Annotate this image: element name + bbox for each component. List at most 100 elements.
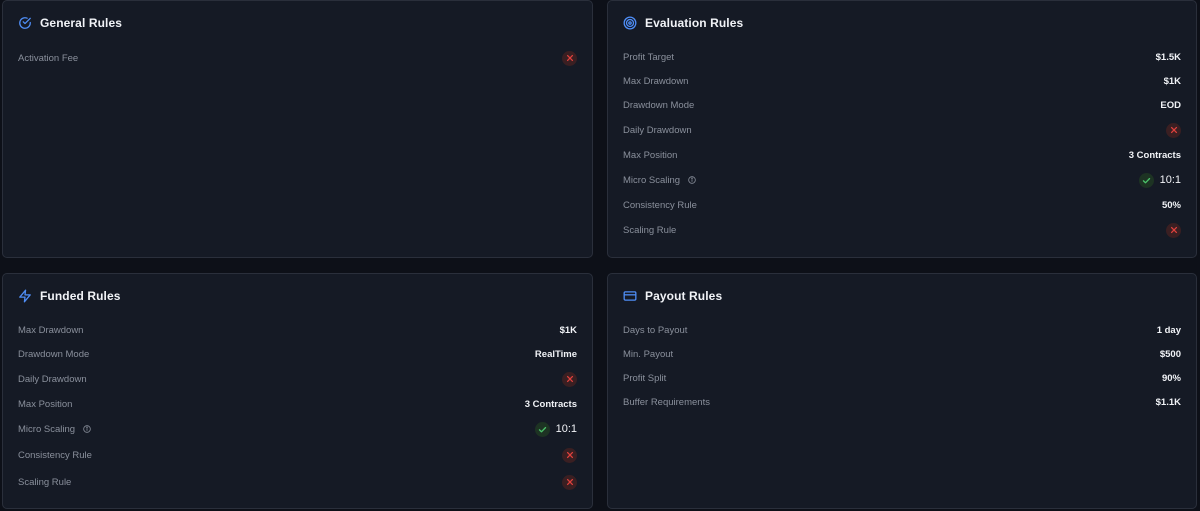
x-icon xyxy=(562,447,577,463)
rule-row-daily-drawdown: Daily Drawdown xyxy=(623,121,1181,139)
rule-value: $1.5K xyxy=(1155,51,1181,63)
rule-row-max-drawdown: Max Drawdown $1K xyxy=(623,72,1181,90)
rule-row-micro-scaling: Micro Scaling 10:1 xyxy=(18,420,577,438)
card-title: Evaluation Rules xyxy=(645,16,744,30)
rule-value: 3 Contracts xyxy=(524,398,577,410)
rule-row-consistency-rule: Consistency Rule xyxy=(18,446,577,464)
rule-label: Profit Split xyxy=(623,373,666,384)
rule-row-max-position: Max Position 3 Contracts xyxy=(18,395,577,413)
rule-label-text: Drawdown Mode xyxy=(623,99,695,111)
rule-value: 10:1 xyxy=(534,421,577,437)
evaluation-rules-header: Evaluation Rules xyxy=(623,15,743,31)
rule-label: Max Position xyxy=(623,150,677,161)
rule-row-min-payout: Min. Payout $500 xyxy=(623,345,1181,363)
target-icon xyxy=(623,16,637,30)
rule-label: Drawdown Mode xyxy=(623,100,694,111)
rule-value: 90% xyxy=(1161,372,1181,384)
rule-value: 10:1 xyxy=(1138,172,1181,188)
rule-label-text: Scaling Rule xyxy=(623,224,677,236)
info-icon[interactable] xyxy=(688,176,696,184)
rule-label: Daily Drawdown xyxy=(18,374,87,385)
rule-label: Consistency Rule xyxy=(18,450,92,461)
rule-label-text: Daily Drawdown xyxy=(18,373,87,385)
rule-value: RealTime xyxy=(534,348,577,360)
rule-value: EOD xyxy=(1160,99,1181,111)
rule-row-max-position: Max Position 3 Contracts xyxy=(623,146,1181,164)
rule-label: Scaling Rule xyxy=(18,477,71,488)
rule-label: Drawdown Mode xyxy=(18,349,89,360)
rule-value: $500 xyxy=(1159,348,1181,360)
rule-row-profit-target: Profit Target $1.5K xyxy=(623,48,1181,66)
rule-label-text: Days to Payout xyxy=(623,324,688,336)
rule-value: $1K xyxy=(1163,75,1181,87)
x-icon xyxy=(1166,122,1181,138)
payout-rules-card: Payout Rules Days to Payout 1 day Min. Pay… xyxy=(607,273,1197,509)
x-icon xyxy=(562,474,577,490)
rule-label: Activation Fee xyxy=(18,53,78,64)
card-title: General Rules xyxy=(40,16,123,30)
card-title: Payout Rules xyxy=(645,289,723,303)
rule-label: Micro Scaling xyxy=(623,175,696,186)
rule-label: Max Position xyxy=(18,399,72,410)
rule-value-text: 10:1 xyxy=(1159,174,1181,186)
payout-rules-header: Payout Rules xyxy=(623,288,722,304)
rule-label: Max Drawdown xyxy=(623,76,688,87)
rule-row-drawdown-mode: Drawdown Mode RealTime xyxy=(18,345,577,363)
credit-card-icon xyxy=(623,289,637,303)
check-icon xyxy=(534,421,550,437)
rule-label: Consistency Rule xyxy=(623,200,697,211)
rule-row-drawdown-mode: Drawdown Mode EOD xyxy=(623,96,1181,114)
rule-row-scaling-rule: Scaling Rule xyxy=(623,221,1181,239)
rule-value: 50% xyxy=(1161,199,1181,211)
rule-label-text: Drawdown Mode xyxy=(18,348,90,360)
rule-row-scaling-rule: Scaling Rule xyxy=(18,473,577,491)
rule-value-text: 10:1 xyxy=(555,423,577,435)
rule-label: Scaling Rule xyxy=(623,225,676,236)
rule-row-activation-fee: Activation Fee xyxy=(18,49,577,67)
rule-label-text: Max Position xyxy=(623,149,678,161)
x-icon xyxy=(562,50,577,66)
rule-label-text: Min. Payout xyxy=(623,348,674,360)
evaluation-rules-card: Evaluation Rules Profit Target $1.5K Max D… xyxy=(607,0,1197,258)
rule-label-text: Daily Drawdown xyxy=(623,124,692,136)
rule-row-daily-drawdown: Daily Drawdown xyxy=(18,370,577,388)
rule-label-text: Max Drawdown xyxy=(18,324,84,336)
check-icon xyxy=(1138,172,1154,188)
x-icon xyxy=(562,371,577,387)
rule-label-text: Micro Scaling xyxy=(623,174,681,186)
rule-label: Days to Payout xyxy=(623,325,687,336)
rule-label: Max Drawdown xyxy=(18,325,83,336)
info-icon[interactable] xyxy=(83,425,91,433)
rule-label-text: Consistency Rule xyxy=(623,199,697,211)
funded-rules-card: Funded Rules Max Drawdown $1K Drawdown Mod… xyxy=(2,273,593,509)
rule-label-text: Activation Fee xyxy=(18,52,79,64)
rule-row-micro-scaling: Micro Scaling 10:1 xyxy=(623,171,1181,189)
rule-label: Buffer Requirements xyxy=(623,397,710,408)
rule-label: Daily Drawdown xyxy=(623,125,692,136)
rule-row-profit-split: Profit Split 90% xyxy=(623,369,1181,387)
rule-label-text: Micro Scaling xyxy=(18,423,76,435)
rule-value: $1K xyxy=(559,324,577,336)
rule-label-text: Max Position xyxy=(18,398,73,410)
x-icon xyxy=(1166,222,1181,238)
rule-label-text: Consistency Rule xyxy=(18,449,92,461)
rule-row-buffer-requirements: Buffer Requirements $1.1K xyxy=(623,393,1181,411)
funded-rules-header: Funded Rules xyxy=(18,288,121,304)
rule-label: Profit Target xyxy=(623,52,674,63)
check-circle-icon xyxy=(18,16,32,30)
general-rules-header: General Rules xyxy=(18,15,122,31)
rule-label: Micro Scaling xyxy=(18,424,91,435)
rule-value: 3 Contracts xyxy=(1128,149,1181,161)
rule-label-text: Profit Split xyxy=(623,372,667,384)
rule-value: $1.1K xyxy=(1155,396,1181,408)
rule-label-text: Max Drawdown xyxy=(623,75,689,87)
card-title: Funded Rules xyxy=(40,289,121,303)
rule-row-days-to-payout: Days to Payout 1 day xyxy=(623,321,1181,339)
rule-label-text: Buffer Requirements xyxy=(623,396,710,408)
rule-row-consistency-rule: Consistency Rule 50% xyxy=(623,196,1181,214)
general-rules-card: General Rules Activation Fee xyxy=(2,0,593,258)
rule-value: 1 day xyxy=(1156,324,1181,336)
rule-label: Min. Payout xyxy=(623,349,673,360)
rule-label-text: Profit Target xyxy=(623,51,675,63)
rule-label-text: Scaling Rule xyxy=(18,476,72,488)
